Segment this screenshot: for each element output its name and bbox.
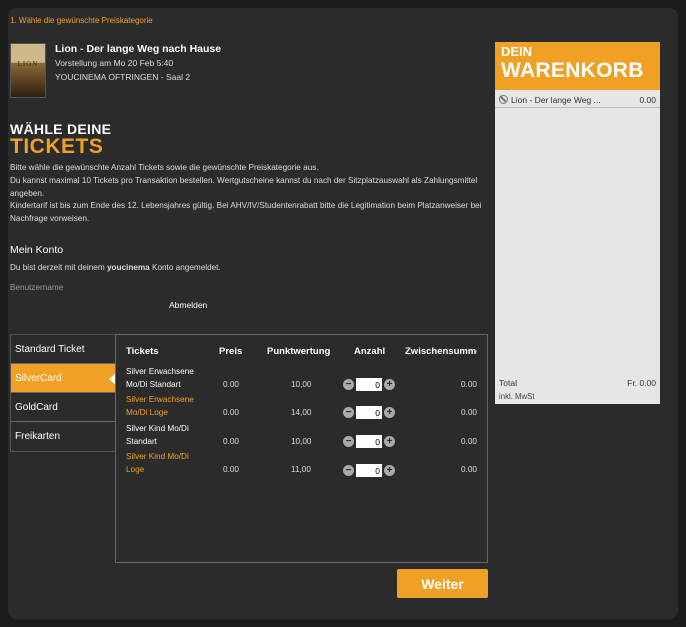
header-anzahl: Anzahl (354, 346, 386, 357)
quantity-input-3[interactable] (356, 435, 382, 448)
cart-header: DEIN WARENKORB (495, 42, 660, 90)
ticket-subtotal-2: 0.00 (461, 408, 477, 417)
header-preis: Preis (219, 346, 243, 357)
konto-title: Mein Konto (10, 244, 64, 256)
intro-text-1: Bitte wähle die gewünschte Anzahl Ticket… (10, 163, 319, 172)
cart-item-price: 0.00 (639, 94, 656, 105)
movie-showtime: Vorstellung am Mo 20 Feb 5:40 (55, 58, 174, 68)
movie-title: Lion - Der lange Weg nach Hause (55, 43, 222, 55)
ticket-subtotal-3: 0.00 (461, 437, 477, 446)
logout-link[interactable]: Abmelden (169, 300, 207, 310)
username-label: Benutzername (10, 283, 64, 292)
header-tickets: Tickets (126, 346, 159, 357)
plus-icon[interactable]: + (384, 407, 395, 418)
ticket-price-4: 0.00 (223, 465, 239, 474)
remove-icon[interactable] (499, 95, 508, 104)
cart-item-name: Lion - Der lange Weg ... (511, 94, 601, 105)
quantity-stepper-1: − + (343, 378, 395, 391)
cart-title-small: DEIN (501, 44, 533, 59)
cart-mwst: inkl. MwSt (499, 392, 535, 401)
cart-item: Lion - Der lange Weg ... 0.00 (499, 93, 656, 106)
minus-icon[interactable]: − (343, 379, 354, 390)
quantity-stepper-2: − + (343, 406, 395, 419)
plus-icon[interactable]: + (384, 436, 395, 447)
ticket-subtotal-1: 0.00 (461, 380, 477, 389)
header-punktwertung: Punktwertung (267, 346, 331, 357)
category-standard-ticket[interactable]: Standard Ticket (11, 335, 115, 364)
minus-icon[interactable]: − (343, 436, 354, 447)
cart-title-big: WARENKORB (501, 59, 644, 82)
ticket-price-3: 0.00 (223, 437, 239, 446)
quantity-stepper-4: − + (343, 464, 395, 477)
category-goldcard[interactable]: GoldCard (11, 393, 115, 422)
heading-line2: TICKETS (10, 135, 104, 158)
step-label: 1. Wähle die gewünschte Preiskategorie (10, 16, 153, 25)
movie-poster: LION (10, 43, 46, 98)
ticket-price-2: 0.00 (223, 408, 239, 417)
ticket-points-1: 10,00 (291, 380, 312, 389)
quantity-input-2[interactable] (356, 406, 382, 419)
ticket-name-1: Silver Erwachsene Mo/Di Standart (126, 367, 194, 389)
quantity-input-1[interactable] (356, 378, 382, 391)
movie-location: YOUCINEMA OFTRINGEN - Saal 2 (55, 72, 191, 82)
header-zwischensumme: Zwischensumme (405, 346, 477, 357)
ticket-points-2: 14,00 (291, 408, 312, 417)
poster-title: LION (17, 60, 39, 68)
cart-total-value: Fr. 0.00 (627, 378, 656, 388)
intro-text-3: Kindertarif ist bis zum Ende des 12. Leb… (10, 201, 482, 223)
shopping-cart: DEIN WARENKORB Lion - Der lange Weg ... … (495, 42, 660, 404)
quantity-stepper-3: − + (343, 435, 395, 448)
minus-icon[interactable]: − (343, 465, 354, 476)
cart-total-label: Total (499, 378, 517, 388)
cart-total: Total Fr. 0.00 (499, 378, 656, 388)
ticket-points-4: 11,00 (291, 465, 311, 474)
quantity-input-4[interactable] (356, 464, 382, 477)
ticket-name-3: Silver Kind Mo/Di Standart (126, 424, 189, 446)
minus-icon[interactable]: − (343, 407, 354, 418)
weiter-button[interactable]: Weiter (397, 569, 488, 598)
plus-icon[interactable]: + (384, 379, 395, 390)
category-silvercard[interactable]: SilverCard (11, 364, 116, 393)
konto-status: Du bist derzeit mit deinem youcinema Kon… (10, 263, 221, 272)
ticket-subtotal-4: 0.00 (461, 465, 477, 474)
brand-name: youcinema (106, 263, 150, 272)
category-freikarten[interactable]: Freikarten (11, 422, 115, 451)
ticket-name-4: Silver Kind Mo/Di Loge (126, 452, 189, 474)
ticket-points-3: 10,00 (291, 437, 312, 446)
ticket-price-1: 0.00 (223, 380, 239, 389)
ticket-name-2: Silver Erwachsene Mo/Di Loge (126, 395, 194, 417)
intro-text-2: Du kannst maximal 10 Tickets pro Transak… (10, 176, 478, 198)
category-list: Standard Ticket SilverCard GoldCard Frei… (10, 334, 116, 452)
cart-divider (495, 107, 660, 108)
plus-icon[interactable]: + (384, 465, 395, 476)
